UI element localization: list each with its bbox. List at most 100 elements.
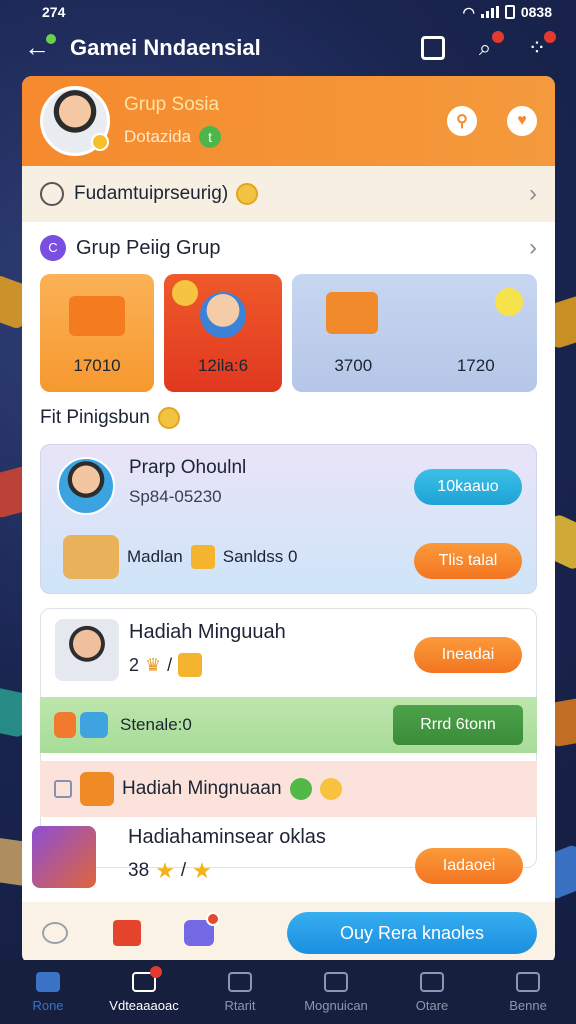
- buy-button[interactable]: Ouy Rera knaoles: [287, 912, 537, 954]
- slash-icon: /: [167, 654, 173, 675]
- weekly-reward-title: Hadiah Minguuah: [129, 621, 286, 643]
- badge-icon: [54, 712, 76, 738]
- chest-icon: [80, 772, 114, 806]
- nav-item-start[interactable]: Rtarit: [192, 960, 288, 1024]
- app-title: Gamei Nndaensial: [70, 35, 261, 60]
- character-figure-icon: [63, 535, 119, 579]
- chevron-right-icon: ›: [529, 234, 537, 261]
- app-bar: ← Gamei Nndaensial ⌕ ⁘: [0, 26, 576, 70]
- reward-tile[interactable]: 12ila:6: [164, 274, 282, 392]
- coin-icon: [236, 183, 259, 205]
- section-title-text: Fit Pinigsbun: [40, 407, 150, 428]
- verified-icon: t: [199, 126, 222, 148]
- reward-tile[interactable]: 17010: [40, 274, 154, 392]
- comment-button[interactable]: [40, 918, 70, 948]
- friend-action-button[interactable]: 10kaauo: [414, 469, 522, 505]
- speech-bubble-icon: [42, 922, 68, 944]
- online-dot: [46, 34, 56, 44]
- nav-label: Rtarit: [224, 997, 256, 1013]
- menu-button[interactable]: ⁘: [522, 31, 556, 63]
- progress-row-label: Fudamtuiprseurig): [74, 183, 229, 204]
- profile-header: Grup Sosia Dotazida t ⚲ ♥: [22, 76, 555, 166]
- reward-tiles: 17010 12ila:6 3700 1720: [22, 274, 555, 392]
- nav-label: Rone: [32, 997, 64, 1013]
- signal-icon: [480, 6, 499, 18]
- weekly-class-button[interactable]: Iadaoei: [415, 848, 523, 884]
- notification-badge: [544, 31, 556, 43]
- tile-value-b: 1720: [456, 356, 495, 375]
- magic-wand-icon: [495, 288, 523, 316]
- notification-badge: [150, 965, 162, 978]
- trophy-icon: ♛: [145, 654, 162, 675]
- star-icon: ★: [155, 858, 175, 883]
- tile-value-a: 3700: [334, 356, 373, 375]
- nav-item-profile[interactable]: Mognuican: [288, 960, 384, 1024]
- nav-item-more[interactable]: Benne: [480, 960, 576, 1024]
- clock-icon: [40, 182, 64, 206]
- gift-icon: [113, 920, 141, 946]
- friend-card: Prarp Ohoulnl Sp84-05230 10kaauo Madlan …: [40, 444, 537, 594]
- wifi-icon: ◠: [462, 3, 475, 20]
- group-label: Grup Peiig Grup: [76, 236, 221, 259]
- gift-icon: [132, 965, 162, 992]
- weekly-class-title: Hadiahaminsear oklas: [128, 826, 326, 848]
- person-icon: [324, 971, 348, 992]
- back-button[interactable]: ←: [24, 32, 56, 64]
- row-label-b: Sanldss 0: [222, 547, 298, 566]
- nav-item-rewards[interactable]: Vdteaaaoac: [96, 960, 192, 1024]
- favorite-button[interactable]: ♥: [507, 106, 537, 136]
- group-row[interactable]: C Grup Peiig Grup ›: [22, 222, 555, 274]
- search-button[interactable]: ⌕: [470, 31, 504, 63]
- weekly-reward-row[interactable]: Hadiah Mingnuaan: [40, 761, 537, 817]
- star-icon: ★: [192, 858, 212, 883]
- weekly-reward-row-label: Hadiah Mingnuaan: [122, 778, 282, 799]
- nav-label: Otare: [415, 997, 449, 1013]
- calendar-icon: [421, 36, 445, 60]
- chevron-right-icon: ›: [529, 180, 537, 207]
- friend-id: Sp84-05230: [129, 487, 222, 506]
- gift-button[interactable]: [112, 918, 142, 948]
- trophy-button[interactable]: ⚲: [447, 106, 477, 136]
- progress-row[interactable]: Fudamtuiprseurig) ›: [22, 166, 555, 222]
- tile-value: 12ila:6: [197, 356, 249, 375]
- battery-icon: [504, 5, 515, 19]
- search-icon: ⌕: [478, 35, 492, 60]
- nav-label: Benne: [509, 997, 547, 1013]
- chat-button[interactable]: [184, 912, 220, 948]
- main-card: Grup Sosia Dotazida t ⚲ ♥ Fudamtuiprseur…: [22, 76, 555, 964]
- status-time: 274: [42, 4, 66, 20]
- store-icon: [420, 971, 444, 992]
- weekly-reward-button[interactable]: Ineadai: [414, 637, 522, 673]
- home-icon: [36, 971, 60, 992]
- notification-badge: [206, 912, 220, 926]
- status-action-button[interactable]: Rrrd 6tonn: [393, 705, 523, 745]
- status-bar: 274 ◠ 0838: [0, 0, 576, 24]
- section-title: Fit Pinigsbun: [22, 392, 555, 444]
- nav-label: Vdteaaaoac: [109, 997, 179, 1013]
- status-row: Stenale:0 Rrrd 6tonn: [40, 697, 537, 753]
- claim-button[interactable]: Tlis talal: [414, 543, 522, 579]
- avatar: [32, 826, 96, 888]
- weekly-reward-count: 2: [129, 654, 140, 675]
- puzzle-icon: [80, 712, 108, 738]
- avatar[interactable]: [40, 86, 110, 156]
- weekly-class-prefix: 38: [128, 860, 150, 881]
- row-label-a: Madlan: [127, 547, 183, 566]
- tile-value: 17010: [73, 356, 121, 375]
- gift-icon: [69, 296, 125, 336]
- person-icon: [516, 971, 540, 992]
- coin-icon: [91, 133, 109, 151]
- gift-icon: [190, 545, 215, 569]
- status-clock: 0838: [520, 4, 552, 20]
- profile-name: Grup Sosia: [124, 94, 220, 115]
- notification-badge: [492, 31, 504, 43]
- nav-item-home[interactable]: Rone: [0, 960, 96, 1024]
- reward-tile[interactable]: 3700 1720: [292, 274, 537, 392]
- character-icon: [200, 292, 246, 338]
- calendar-button[interactable]: [418, 33, 448, 63]
- slash-icon: /: [180, 860, 187, 881]
- friend-name: Prarp Ohoulnl: [129, 457, 247, 478]
- avatar: [55, 619, 119, 681]
- profile-sub: Dotazida: [124, 127, 192, 146]
- nav-item-store[interactable]: Otare: [384, 960, 480, 1024]
